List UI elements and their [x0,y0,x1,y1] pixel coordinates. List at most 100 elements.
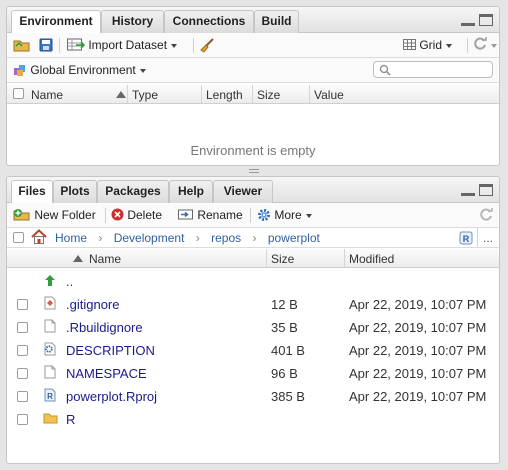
breadcrumb-powerplot[interactable]: powerplot [268,231,320,245]
delete-button[interactable]: Delete [111,207,162,224]
select-all-checkbox[interactable] [13,232,24,243]
breadcrumb-home[interactable]: Home [55,231,87,245]
search-icon [379,64,391,76]
view-mode-label: Grid [419,38,443,52]
breadcrumb-development[interactable]: Development [114,231,185,245]
file-row[interactable]: NAMESPACE 96 B Apr 22, 2019, 10:07 PM [7,362,499,385]
file-row[interactable]: .. [7,270,499,293]
file-checkbox[interactable] [17,345,28,356]
column-size[interactable]: Size [257,88,280,102]
rproj-icon[interactable]: R [459,231,473,245]
tab-help[interactable]: Help [169,180,213,203]
files-toolbar: New Folder Delete Rename More [7,203,499,228]
file-modified: Apr 22, 2019, 10:07 PM [349,297,487,312]
column-size[interactable]: Size [271,252,294,266]
column-divider [201,85,202,103]
global-environment-dropdown[interactable]: Global Environment [13,62,146,79]
files-pane: Files Plots Packages Help Viewer New Fol… [6,176,500,464]
file-row[interactable]: .Rbuildignore 35 B Apr 22, 2019, 10:07 PM [7,316,499,339]
refresh-icon[interactable] [479,208,493,225]
file-modified: Apr 22, 2019, 10:07 PM [349,320,487,335]
breadcrumb-chevron-icon: › [98,231,103,245]
minimize-icon[interactable] [461,184,475,196]
tab-history[interactable]: History [101,10,164,33]
env-search-input[interactable] [373,61,493,78]
open-folder-icon[interactable] [13,38,31,55]
tab-environment[interactable]: Environment [11,10,101,34]
file-row[interactable]: .gitignore 12 B Apr 22, 2019, 10:07 PM [7,293,499,316]
column-divider [127,85,128,103]
svg-text:R: R [47,392,53,401]
import-dataset-button[interactable]: Import Dataset [67,37,178,54]
file-name-link[interactable]: .. [66,274,73,289]
rename-button[interactable]: Rename [178,207,243,224]
tab-build[interactable]: Build [254,10,299,33]
broom-icon[interactable] [199,37,215,54]
file-name-link[interactable]: NAMESPACE [66,366,147,381]
environment-cubes-icon [14,65,25,76]
file-row[interactable]: DESCRIPTION 401 B Apr 22, 2019, 10:07 PM [7,339,499,362]
files-window-buttons [461,184,493,196]
tab-connections[interactable]: Connections [164,10,254,33]
toolbar-separator [193,38,194,53]
toolbar-separator [467,38,468,53]
delete-label: Delete [127,208,163,222]
view-mode-dropdown[interactable]: Grid [403,37,453,54]
column-divider [344,249,345,267]
file-size: 35 B [271,320,298,335]
chevron-down-icon [171,43,178,48]
folder-icon [43,413,58,424]
maximize-icon[interactable] [479,14,493,26]
svg-text:R: R [463,234,470,244]
breadcrumb-chevron-icon: › [252,231,257,245]
sort-ascending-icon [73,255,83,262]
tab-files[interactable]: Files [11,180,53,204]
chevron-down-icon [139,68,146,73]
maximize-icon[interactable] [479,184,493,196]
rename-icon [178,209,193,220]
new-folder-label: New Folder [34,208,96,222]
column-name[interactable]: Name [89,252,121,266]
file-name-link[interactable]: DESCRIPTION [66,343,155,358]
env-window-buttons [461,14,493,26]
file-name-link[interactable]: .Rbuildignore [66,320,143,335]
file-name-link[interactable]: R [66,412,75,427]
column-modified[interactable]: Modified [349,252,394,266]
breadcrumb-repos[interactable]: repos [211,231,241,245]
toolbar-separator [59,38,60,53]
column-length[interactable]: Length [206,88,243,102]
file-size: 12 B [271,297,298,312]
tab-packages[interactable]: Packages [97,180,169,203]
file-row[interactable]: R [7,408,499,431]
minimize-icon[interactable] [461,14,475,26]
file-name-link[interactable]: powerplot.Rproj [66,389,157,404]
file-size: 385 B [271,389,305,404]
column-type[interactable]: Type [132,88,158,102]
column-divider [309,85,310,103]
file-checkbox[interactable] [17,299,28,310]
column-name[interactable]: Name [31,88,63,102]
file-checkbox[interactable] [17,391,28,402]
file-checkbox[interactable] [17,322,28,333]
breadcrumb-chevron-icon: › [195,231,200,245]
home-icon[interactable] [30,229,48,245]
rproj-file-icon: R [44,388,56,402]
new-folder-button[interactable]: New Folder [13,207,96,224]
up-arrow-icon [45,275,55,286]
file-row[interactable]: Rpowerplot.Rproj 385 B Apr 22, 2019, 10:07… [7,385,499,408]
more-dropdown[interactable]: More [257,207,312,224]
file-name-link[interactable]: .gitignore [66,297,119,312]
select-all-checkbox[interactable] [13,88,24,99]
more-label: More [274,208,302,222]
pane-splitter-handle[interactable] [249,169,259,173]
go-to-directory-button[interactable]: ... [483,231,493,245]
tab-plots[interactable]: Plots [53,180,97,203]
save-icon[interactable] [39,38,53,55]
column-value[interactable]: Value [314,88,344,102]
file-checkbox[interactable] [17,414,28,425]
file-checkbox[interactable] [17,368,28,379]
tab-viewer[interactable]: Viewer [213,180,273,203]
refresh-dropdown[interactable] [473,37,497,54]
breadcrumb-bar: Home › Development › repos › powerplot R… [7,228,499,248]
file-size: 401 B [271,343,305,358]
